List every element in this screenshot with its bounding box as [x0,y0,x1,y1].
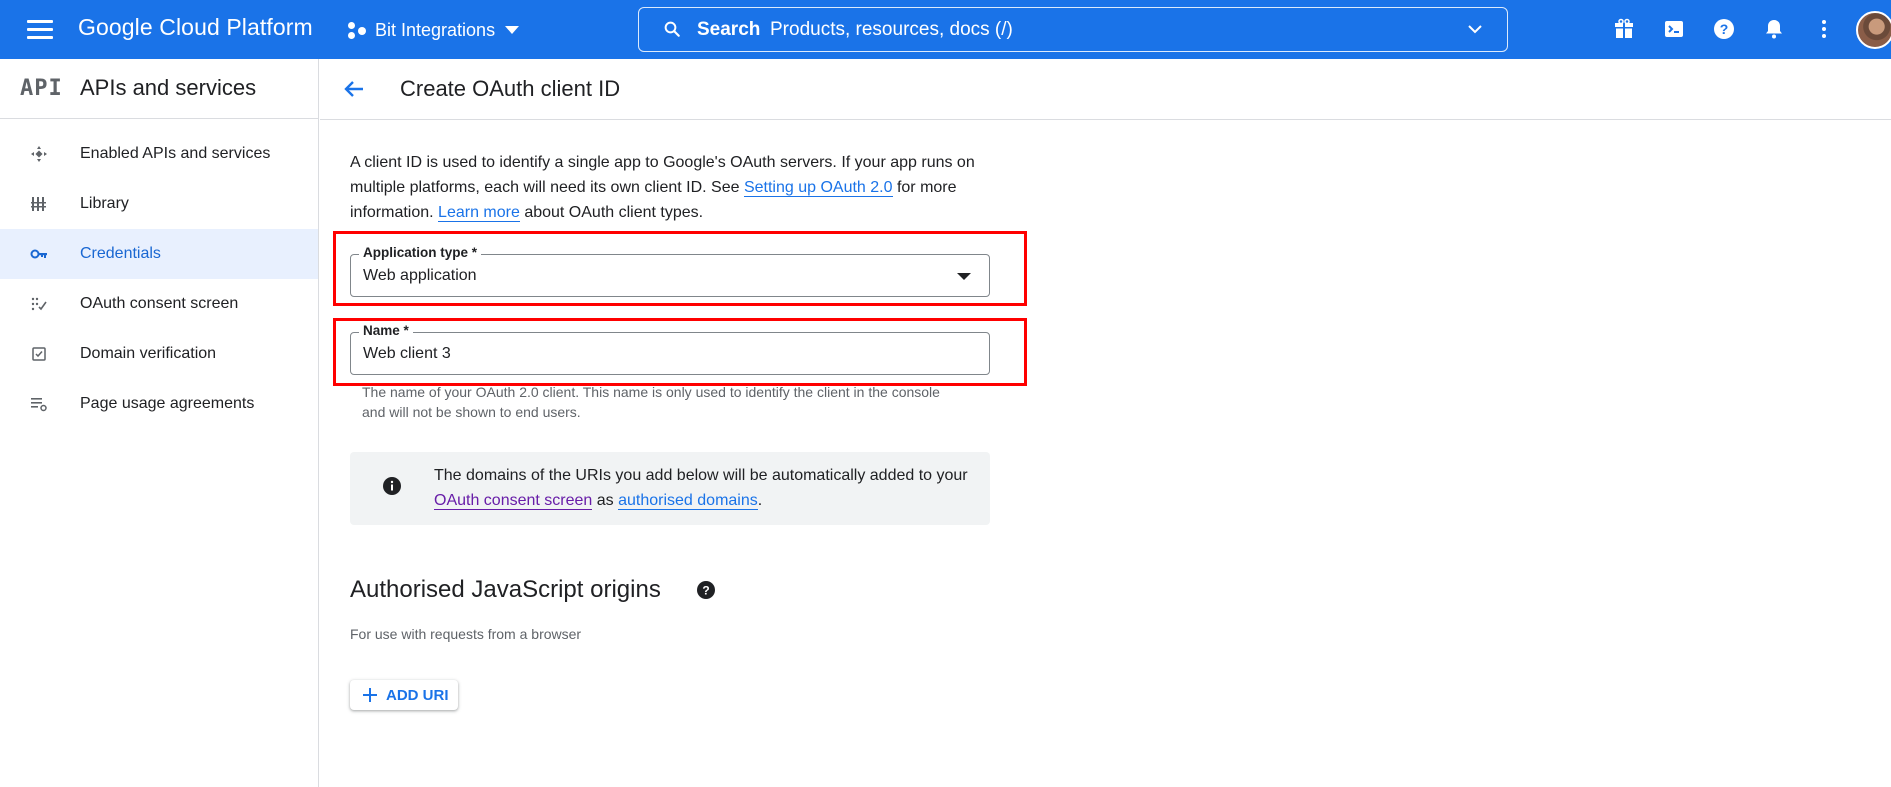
add-icon [363,688,377,702]
sidebar-item-label: Library [80,195,129,212]
api-hub-icon [31,146,47,162]
api-logo-icon: API [20,76,63,101]
avatar[interactable] [1856,11,1891,49]
setting-up-oauth-link[interactable]: Setting up OAuth 2.0 [743,179,893,197]
project-name: Bit Integrations [375,19,496,40]
oauth-consent-screen-link[interactable]: OAuth consent screen [434,492,593,510]
cloud-shell-icon[interactable] [1662,17,1686,41]
menu-icon[interactable] [27,20,53,40]
sidebar: API APIs and services Enabled APIs and s… [0,59,319,787]
notifications-icon[interactable] [1762,17,1786,41]
sidebar-item-oauth-consent[interactable]: OAuth consent screen [0,279,318,329]
help-icon[interactable]: ? [1712,17,1736,41]
project-selector[interactable]: Bit Integrations [346,14,520,46]
search-icon [664,21,680,37]
sidebar-item-domain-verification[interactable]: Domain verification [0,329,318,379]
sidebar-item-label: Domain verification [80,345,217,362]
authorised-domains-link[interactable]: authorised domains [618,492,758,510]
application-type-label: Application type * [359,245,482,260]
consent-icon [31,297,47,311]
help-icon[interactable]: ? [696,580,716,600]
info-text-part: . [757,492,763,509]
page-header: Create OAuth client ID [320,59,1891,120]
svg-text:?: ? [1720,21,1729,37]
sidebar-item-label: OAuth consent screen [80,295,239,312]
search-input[interactable]: Products, resources, docs (/) [770,19,1013,41]
chevron-down-icon[interactable] [1467,21,1483,37]
name-value: Web client 3 [363,345,451,362]
info-text-part: The domains of the URIs you add below wi… [434,467,968,484]
sidebar-item-library[interactable]: Library [0,179,318,229]
sidebar-header: API APIs and services [0,59,318,119]
svg-text:?: ? [702,584,709,598]
checkbox-icon [32,347,46,361]
key-icon [30,249,47,259]
search-bar[interactable]: Search Products, resources, docs (/) [638,7,1508,52]
sidebar-item-label: Page usage agreements [80,395,255,412]
settings-list-icon [31,398,47,412]
intro-paragraph: A client ID is used to identify a single… [350,150,1010,225]
section-subtitle: For use with requests from a browser [350,626,582,642]
name-hint: The name of your OAuth 2.0 client. This … [362,384,940,420]
sidebar-title: APIs and services [80,75,257,100]
arrow-back-icon[interactable] [342,77,366,101]
name-field[interactable]: Name * Web client 3 [350,323,990,375]
sidebar-item-page-usage[interactable]: Page usage agreements [0,379,318,429]
add-uri-label: ADD URI [386,687,449,704]
gift-icon[interactable] [1612,17,1636,41]
learn-more-link[interactable]: Learn more [438,204,520,222]
sidebar-item-label: Enabled APIs and services [80,145,271,162]
application-type-select[interactable]: Application type * Web application [350,245,990,297]
info-text-part: as [592,492,619,509]
more-vert-icon[interactable] [1812,17,1836,41]
info-text: The domains of the URIs you add below wi… [434,463,974,513]
add-uri-button[interactable]: ADD URI [350,680,458,710]
page-title: Create OAuth client ID [400,76,621,101]
sidebar-item-label: Credentials [80,245,161,262]
info-icon [383,477,401,495]
info-banner: The domains of the URIs you add below wi… [350,452,990,525]
sidebar-item-credentials[interactable]: Credentials [0,229,318,279]
search-label: Search [697,19,761,40]
dropdown-arrow-icon [957,273,971,280]
project-icon [346,19,368,41]
top-app-bar: Google Cloud Platform Bit Integrations S… [0,0,1891,59]
name-label: Name * [359,323,413,338]
section-title: Authorised JavaScript origins [350,576,661,603]
library-icon [31,197,46,211]
chevron-down-icon [505,26,520,34]
application-type-value: Web application [363,267,477,284]
sidebar-item-enabled-apis[interactable]: Enabled APIs and services [0,129,318,179]
brand-title[interactable]: Google Cloud Platform [78,14,313,41]
intro-text: about OAuth client types. [519,204,704,221]
